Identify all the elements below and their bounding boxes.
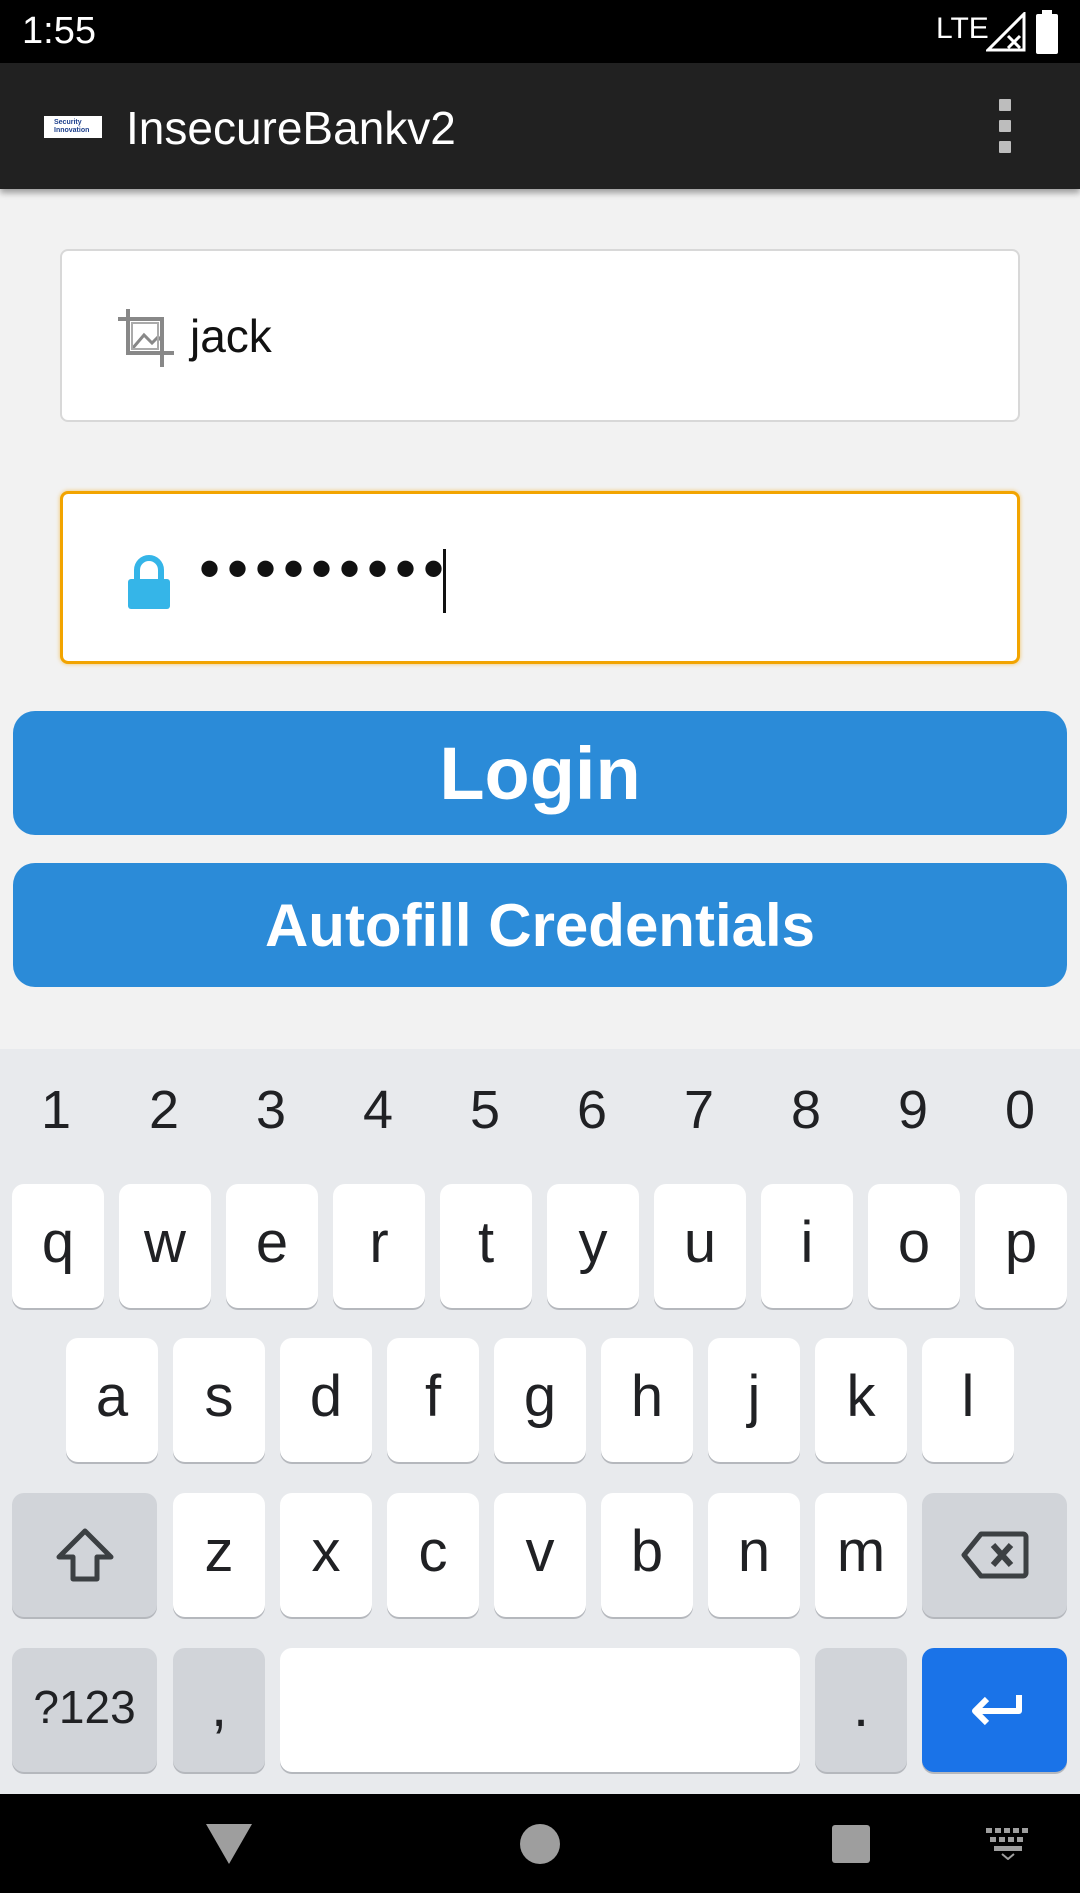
key-3[interactable]: 3	[241, 1079, 301, 1141]
key-l[interactable]: l	[922, 1338, 1014, 1462]
key-j[interactable]: j	[708, 1338, 800, 1462]
key-w[interactable]: w	[119, 1184, 211, 1308]
symbols-key[interactable]: ?123	[12, 1648, 157, 1772]
key-a[interactable]: a	[66, 1338, 158, 1462]
key-u[interactable]: u	[654, 1184, 746, 1308]
key-f[interactable]: f	[387, 1338, 479, 1462]
key-d[interactable]: d	[280, 1338, 372, 1462]
key-8[interactable]: 8	[776, 1079, 836, 1141]
back-nav-icon[interactable]	[206, 1824, 252, 1866]
key-g[interactable]: g	[494, 1338, 586, 1462]
home-nav-icon[interactable]	[520, 1824, 560, 1864]
key-o[interactable]: o	[868, 1184, 960, 1308]
shift-icon	[56, 1528, 113, 1582]
key-v[interactable]: v	[494, 1493, 586, 1617]
enter-key[interactable]	[922, 1648, 1067, 1772]
password-field[interactable]: •••••••••	[60, 491, 1020, 664]
key-p[interactable]: p	[975, 1184, 1067, 1308]
key-s[interactable]: s	[173, 1338, 265, 1462]
key-k[interactable]: k	[815, 1338, 907, 1462]
autofill-credentials-button[interactable]: Autofill Credentials	[13, 863, 1067, 987]
app-bar: Security Innovation InsecureBankv2	[0, 63, 1080, 189]
crop-image-icon	[118, 309, 174, 367]
password-value: •••••••••	[199, 535, 452, 602]
key-r[interactable]: r	[333, 1184, 425, 1308]
app-logo: Security Innovation	[44, 116, 102, 138]
network-type: LTE	[936, 12, 989, 45]
status-bar: 1:55 LTE	[0, 0, 1080, 63]
period-key[interactable]: .	[815, 1648, 907, 1772]
key-t[interactable]: t	[440, 1184, 532, 1308]
backspace-icon	[961, 1531, 1028, 1579]
number-row: 1 2 3 4 5 6 7 8 9 0	[0, 1049, 1080, 1169]
key-1[interactable]: 1	[26, 1079, 86, 1141]
soft-keyboard: 1 2 3 4 5 6 7 8 9 0 q w e r t y u i o p …	[0, 1049, 1080, 1794]
recents-nav-icon[interactable]	[832, 1825, 870, 1863]
key-b[interactable]: b	[601, 1493, 693, 1617]
key-c[interactable]: c	[387, 1493, 479, 1617]
comma-key[interactable]: ,	[173, 1648, 265, 1772]
username-value: jack	[190, 310, 272, 362]
enter-icon	[971, 1695, 1022, 1726]
login-button[interactable]: Login	[13, 711, 1067, 835]
backspace-key[interactable]	[922, 1493, 1067, 1617]
key-6[interactable]: 6	[562, 1079, 622, 1141]
key-7[interactable]: 7	[669, 1079, 729, 1141]
key-5[interactable]: 5	[455, 1079, 515, 1141]
key-m[interactable]: m	[815, 1493, 907, 1617]
username-field[interactable]: jack	[60, 249, 1020, 422]
more-vert-icon[interactable]	[990, 99, 1020, 157]
key-y[interactable]: y	[547, 1184, 639, 1308]
battery-icon	[1036, 10, 1058, 54]
key-4[interactable]: 4	[348, 1079, 408, 1141]
key-h[interactable]: h	[601, 1338, 693, 1462]
key-0[interactable]: 0	[990, 1079, 1050, 1141]
navigation-bar	[0, 1794, 1080, 1893]
spacebar[interactable]	[280, 1648, 800, 1772]
app-title: InsecureBankv2	[126, 102, 456, 154]
key-q[interactable]: q	[12, 1184, 104, 1308]
key-2[interactable]: 2	[134, 1079, 194, 1141]
key-n[interactable]: n	[708, 1493, 800, 1617]
status-time: 1:55	[22, 10, 96, 52]
logo-text: Security Innovation	[54, 119, 90, 134]
signal-icon	[986, 12, 1026, 52]
shift-key[interactable]	[12, 1493, 157, 1617]
keyboard-switch-icon[interactable]	[986, 1828, 1030, 1860]
lock-icon	[128, 555, 170, 609]
key-x[interactable]: x	[280, 1493, 372, 1617]
text-cursor	[443, 549, 446, 613]
key-z[interactable]: z	[173, 1493, 265, 1617]
key-e[interactable]: e	[226, 1184, 318, 1308]
key-9[interactable]: 9	[883, 1079, 943, 1141]
key-i[interactable]: i	[761, 1184, 853, 1308]
